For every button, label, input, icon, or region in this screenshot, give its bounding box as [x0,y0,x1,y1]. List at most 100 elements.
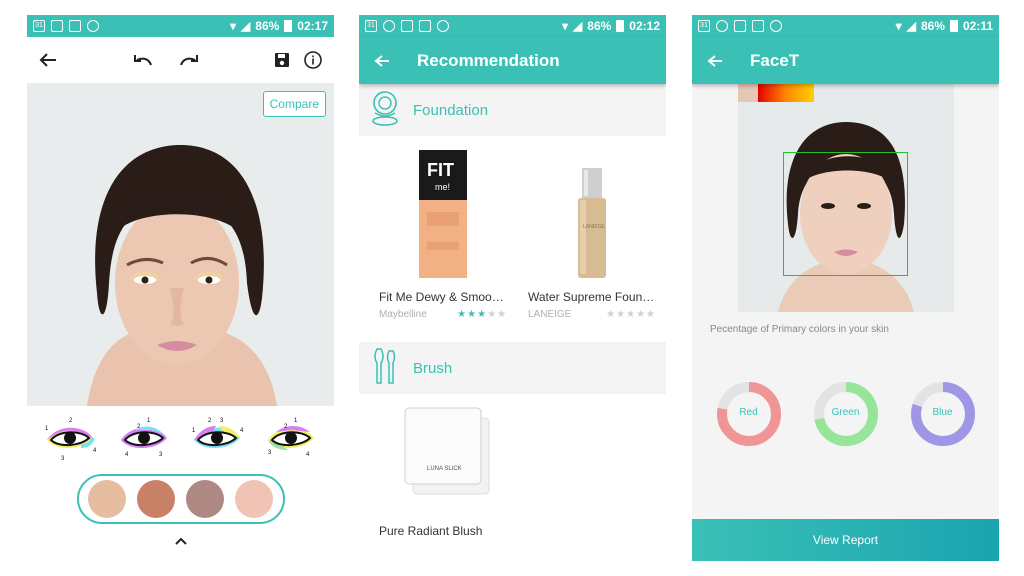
product-card[interactable]: LANEIGE Water Supreme Found... LANEIGE ★… [528,148,656,342]
face-detection-box [782,152,908,276]
color-swatch[interactable] [137,480,175,518]
star-icon: ★ [487,309,498,320]
notification-icon [51,20,63,32]
editor-screen: 31 ▾ ◢ 86% 02:17 Compare 1 2 4 3 1 2 4 3… [27,15,334,561]
recommendation-screen: 31 ▾ ◢ 86% 02:12 Recommendation Foundati… [359,15,666,561]
color-swatch[interactable] [186,480,224,518]
eye-style-option[interactable]: 12 34 [262,416,320,464]
battery-percent: 86% [920,19,945,33]
android-icon [437,20,449,32]
donut-label: Blue [932,407,953,418]
section-brush[interactable]: Brush [359,342,666,394]
save-icon[interactable] [274,52,290,68]
donut-label: Green [831,407,860,418]
skin-color-strip [737,84,814,102]
svg-text:LANEIGE: LANEIGE [583,224,605,230]
svg-text:1: 1 [45,426,49,432]
svg-text:3: 3 [268,450,272,456]
star-icon: ★ [606,309,617,320]
star-icon: ★ [646,309,656,320]
svg-text:2: 2 [208,418,212,424]
donut-label: Red [739,407,758,418]
eye-style-option[interactable]: 12 43 [115,416,173,464]
section-label: Brush [413,359,453,377]
app-bar: FaceT [692,37,999,84]
notification-icon [734,20,746,32]
star-icon: ★ [616,309,627,320]
page-title: Recommendation [417,50,560,70]
clock: 02:12 [629,19,660,33]
svg-text:1: 1 [294,418,298,424]
app-bar: Recommendation [359,37,666,84]
eye-style-list: 12 43 12 43 23 14 1 2 3 4 [27,406,334,474]
svg-text:4: 4 [240,428,244,434]
image-icon [69,20,81,32]
signal-icon: ◢ [241,19,251,33]
chevron-up-icon[interactable] [27,532,334,548]
product-brand: LANEIGE [528,309,572,320]
back-arrow-icon[interactable] [39,52,57,68]
battery-percent: 86% [587,19,612,33]
signal-icon: ◢ [573,19,583,33]
face-photo: Compare [27,83,334,406]
calendar-icon: 31 [33,20,45,32]
section-foundation[interactable]: Foundation [359,84,666,136]
undo-icon[interactable] [133,53,153,67]
svg-text:FIT: FIT [427,160,454,180]
status-bar: 31 ▾ ◢ 86% 02:17 [27,15,334,37]
compare-button[interactable]: Compare [262,91,326,117]
back-arrow-icon[interactable] [692,54,738,68]
redo-icon[interactable] [179,53,199,67]
product-card[interactable]: LUNA SLICK Pure Radiant Blush [359,394,666,561]
color-donuts: Red Green Blue [692,381,999,447]
foundation-icon [371,89,399,131]
svg-text:me!: me! [435,182,450,192]
signal-icon: ◢ [906,19,916,33]
editor-toolbar [27,37,334,83]
star-icon: ★ [477,309,488,320]
svg-text:1: 1 [192,428,196,434]
product-name: Fit Me Dewy & Smooth... [379,290,507,304]
section-label: Foundation [413,101,489,119]
back-arrow-icon[interactable] [359,54,405,68]
svg-text:3: 3 [159,452,163,458]
svg-text:1: 1 [147,418,151,424]
android-icon [770,20,782,32]
color-palette [76,474,285,524]
rating-stars: ★★★★★ [606,309,656,320]
star-icon: ★ [626,309,637,320]
product-brand: Maybelline [379,309,427,320]
calendar-icon: 31 [698,20,710,32]
page-title: FaceT [750,50,800,70]
color-swatch[interactable] [88,480,126,518]
donut-red: Red [716,381,782,447]
eye-style-option[interactable]: 2 3 1 4 [188,416,246,464]
product-list: FIT me! Fit Me Dewy & Smooth... Maybellin… [359,136,666,342]
battery-icon [284,20,293,32]
color-swatch[interactable] [235,480,273,518]
product-image: LUNA SLICK [379,406,646,524]
info-icon[interactable] [304,51,322,69]
svg-text:4: 4 [306,452,310,458]
product-name: Water Supreme Found... [528,290,656,304]
svg-text:3: 3 [220,418,224,424]
wifi-icon: ▾ [895,19,902,33]
svg-text:LUNA SLICK: LUNA SLICK [427,466,462,472]
svg-text:3: 3 [61,456,65,462]
telegram-icon [716,20,728,32]
status-bar: 31 ▾ ◢ 86% 02:11 [692,15,999,37]
face-analysis-image [737,84,954,312]
clock: 02:17 [297,19,328,33]
clock: 02:11 [962,19,993,33]
wifi-icon: ▾ [230,19,237,33]
battery-icon [616,20,625,32]
mail-icon [752,20,764,32]
rating-stars: ★★★★★ [457,309,507,320]
calendar-icon: 31 [365,20,377,32]
view-report-button[interactable]: View Report [692,519,999,561]
svg-text:4: 4 [125,452,129,458]
donut-green: Green [813,381,879,447]
eye-style-option[interactable]: 12 43 [41,416,99,464]
product-card[interactable]: FIT me! Fit Me Dewy & Smooth... Maybellin… [379,148,507,342]
battery-icon [949,20,958,32]
